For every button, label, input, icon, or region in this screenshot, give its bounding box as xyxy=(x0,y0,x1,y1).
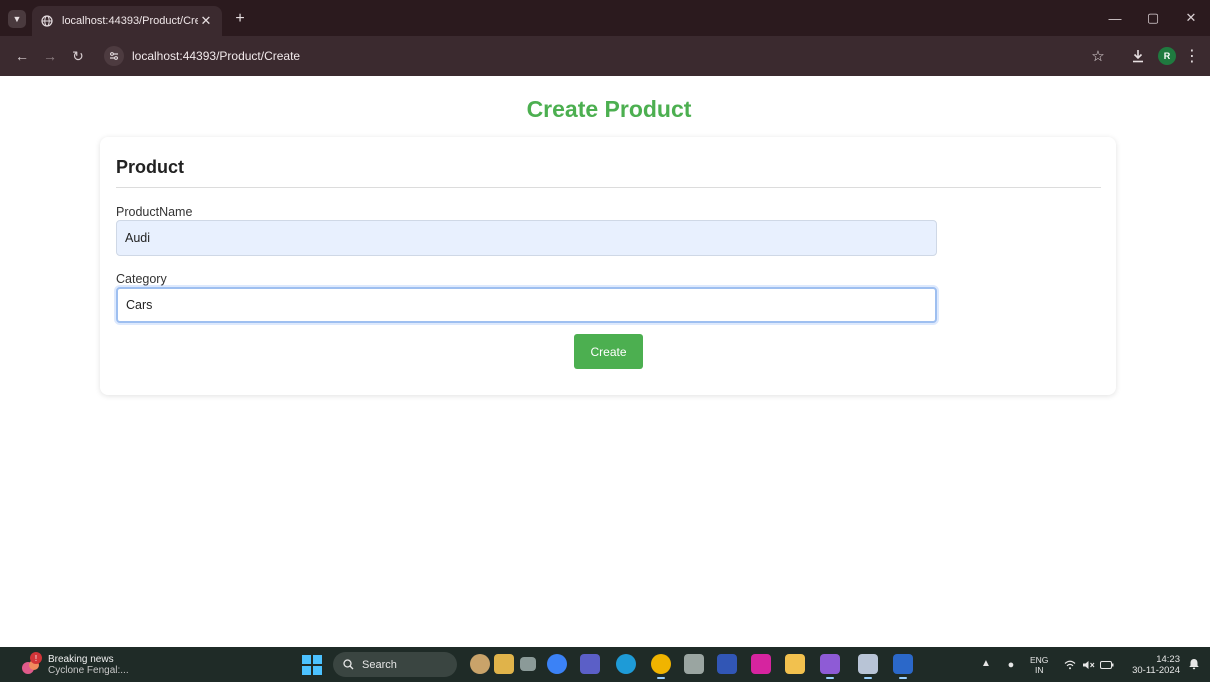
page-viewport: Create Product Product ProductName Categ… xyxy=(0,76,1210,647)
address-bar[interactable]: localhost:44393/Product/Create xyxy=(98,42,1098,70)
instagram-icon[interactable] xyxy=(751,654,771,674)
star-icon[interactable]: ☆ xyxy=(1088,46,1108,66)
tab-list-icon[interactable]: ▼ xyxy=(8,10,26,28)
profile-avatar[interactable]: R xyxy=(1158,47,1176,65)
restore-button[interactable]: ▢ xyxy=(1134,0,1172,36)
copilot-icon[interactable] xyxy=(547,654,567,674)
taskbar-search[interactable]: Search xyxy=(333,652,457,677)
profile-widget-icon[interactable] xyxy=(470,654,490,674)
site-info-icon[interactable] xyxy=(104,46,124,66)
autocad-icon[interactable] xyxy=(717,654,737,674)
notification-icon[interactable] xyxy=(1186,656,1202,672)
search-label: Search xyxy=(362,658,397,671)
category-input[interactable] xyxy=(116,287,937,323)
clock-time: 14:23 xyxy=(1156,654,1180,665)
product-form-card: Product ProductName Category Create xyxy=(100,137,1116,395)
file-explorer-icon[interactable] xyxy=(494,654,514,674)
tab-close-icon[interactable]: ✕ xyxy=(198,13,214,29)
wifi-icon[interactable] xyxy=(1062,657,1078,673)
battery-icon[interactable] xyxy=(1099,657,1115,673)
news-badge: ! xyxy=(30,652,42,664)
url-text: localhost:44393/Product/Create xyxy=(132,49,301,63)
store-icon[interactable] xyxy=(520,657,536,671)
edge-icon[interactable] xyxy=(616,654,636,674)
word-icon[interactable] xyxy=(893,654,913,679)
product-name-label: ProductName xyxy=(116,205,193,219)
news-icon: ! xyxy=(20,652,42,676)
category-label: Category xyxy=(116,272,167,286)
reload-icon[interactable]: ↻ xyxy=(68,46,88,66)
browser-toolbar: ← → ↻ localhost:44393/Product/Create ☆ R… xyxy=(0,36,1210,76)
news-subtitle: Cyclone Fengal:... xyxy=(48,665,129,676)
clock-date: 30-11-2024 xyxy=(1132,665,1180,676)
notepad-icon[interactable] xyxy=(858,654,878,679)
search-icon xyxy=(343,659,354,670)
window-controls: — ▢ ✕ xyxy=(1096,0,1210,36)
card-heading: Product xyxy=(116,157,185,177)
browser-tab-bar: ▼ localhost:44393/Product/Create ✕ + — ▢… xyxy=(0,0,1210,36)
volume-icon[interactable] xyxy=(1080,657,1096,673)
browser-tab[interactable]: localhost:44393/Product/Create ✕ xyxy=(32,6,222,36)
page-title: Create Product xyxy=(526,96,692,122)
system-clock[interactable]: 14:23 30-11-2024 xyxy=(1128,654,1180,676)
kebab-menu-icon[interactable]: ⋮ xyxy=(1184,46,1200,66)
visual-studio-icon[interactable] xyxy=(820,654,840,679)
globe-icon xyxy=(40,14,54,28)
tray-chevron-icon[interactable]: ▲ xyxy=(981,658,991,669)
product-name-input[interactable] xyxy=(116,220,937,256)
news-title: Breaking news xyxy=(48,654,114,665)
forward-icon[interactable]: → xyxy=(40,46,60,66)
download-icon[interactable] xyxy=(1128,46,1148,66)
calculator-icon[interactable] xyxy=(684,654,704,674)
folder-icon[interactable] xyxy=(785,654,805,674)
close-window-button[interactable]: ✕ xyxy=(1172,0,1210,36)
back-icon[interactable]: ← xyxy=(12,46,32,66)
create-button[interactable]: Create xyxy=(574,334,643,369)
language-indicator[interactable]: ENG IN xyxy=(1030,655,1048,675)
minimize-button[interactable]: — xyxy=(1096,0,1134,36)
news-widget[interactable]: ! Breaking news Cyclone Fengal:... xyxy=(20,652,129,677)
teams-icon[interactable] xyxy=(580,654,600,674)
start-button[interactable] xyxy=(302,655,322,675)
card-divider xyxy=(116,187,1101,188)
tab-title: localhost:44393/Product/Create xyxy=(62,15,198,27)
new-tab-button[interactable]: + xyxy=(229,8,251,30)
tray-app-icon[interactable]: ● xyxy=(1003,657,1019,673)
windows-taskbar: ! Breaking news Cyclone Fengal:... Searc… xyxy=(0,647,1210,682)
chrome-icon[interactable] xyxy=(651,654,671,679)
